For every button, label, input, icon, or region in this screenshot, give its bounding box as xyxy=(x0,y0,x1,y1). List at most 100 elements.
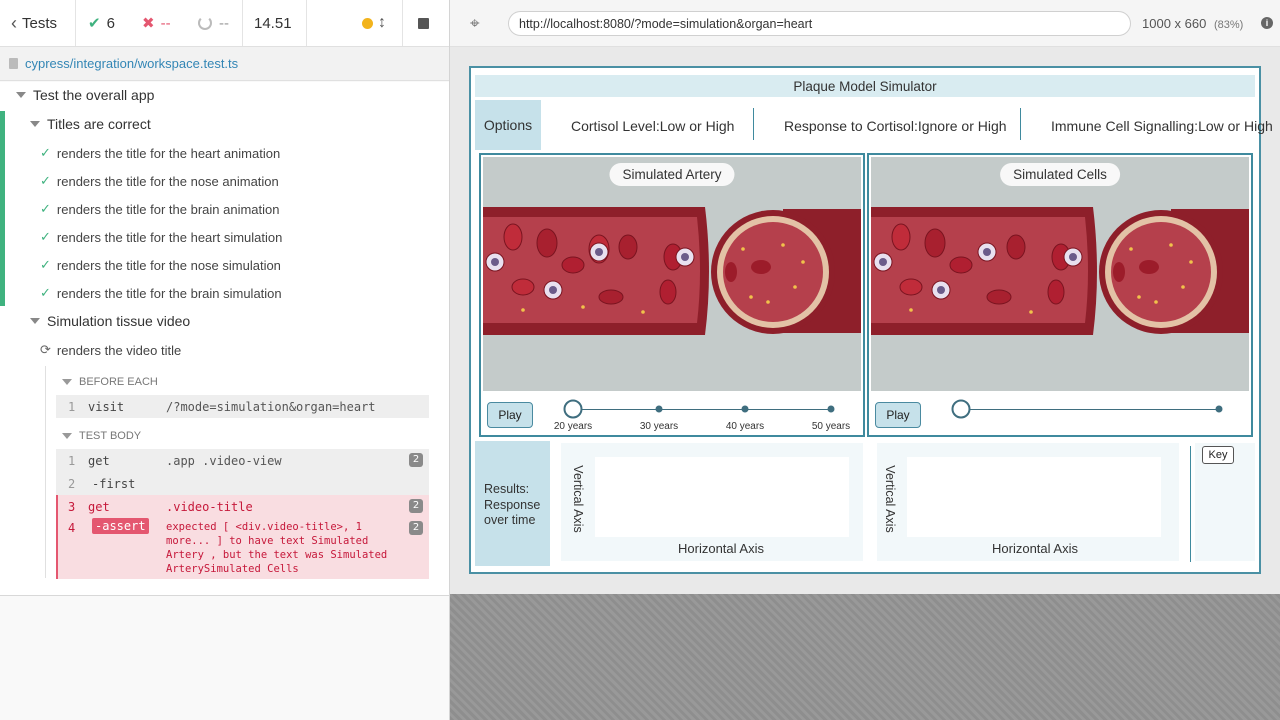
suite-root[interactable]: Test the overall app xyxy=(16,84,154,106)
check-icon: ✓ xyxy=(40,173,51,188)
tick-label: 40 years xyxy=(725,421,765,432)
video-title: Simulated Artery xyxy=(609,163,735,186)
timeline-tick[interactable] xyxy=(741,405,749,413)
passed-suite-gutter xyxy=(0,111,5,306)
selector-playground-icon[interactable]: ⌖ xyxy=(470,14,480,34)
command-row[interactable]: 3 get .video-title 2 xyxy=(58,495,429,517)
video-title: Simulated Cells xyxy=(1000,163,1120,186)
info-icon[interactable]: i xyxy=(1261,17,1273,29)
test-item[interactable]: ✓ renders the title for the heart animat… xyxy=(40,142,280,164)
caret-down-icon xyxy=(62,379,72,385)
element-count-badge: 2 xyxy=(409,453,423,467)
tick-label: 30 years xyxy=(639,421,679,432)
timeline-track[interactable] xyxy=(961,409,1219,410)
vertical-axis-label: Vertical Axis xyxy=(883,465,897,533)
check-icon: ✓ xyxy=(40,229,51,244)
simulated-cells-panel: Simulated Cells Play xyxy=(867,153,1253,437)
graph-1: Vertical Axis Horizontal Axis xyxy=(561,443,863,561)
play-button[interactable]: Play xyxy=(487,402,533,428)
timeline-tick[interactable] xyxy=(1215,405,1223,413)
check-icon: ✓ xyxy=(40,285,51,300)
tests-label: Tests xyxy=(22,14,58,32)
before-each-header[interactable]: BEFORE EACH xyxy=(62,371,158,393)
app-title: Plaque Model Simulator xyxy=(475,75,1255,97)
horizontal-axis-label: Horizontal Axis xyxy=(678,541,764,556)
timeline-track[interactable] xyxy=(573,409,831,410)
command-log-divider xyxy=(45,366,46,578)
aut-empty-area xyxy=(450,594,1280,720)
assert-row[interactable]: 4 -assert expected [ <div.video-title>, … xyxy=(58,517,429,577)
graph-2-plot xyxy=(907,457,1161,537)
spec-file-bar: cypress/integration/workspace.test.ts xyxy=(0,47,450,81)
options-label: Options xyxy=(475,100,541,150)
key-divider xyxy=(1190,446,1191,562)
artery-video[interactable]: Simulated Artery xyxy=(483,157,861,391)
test-body-header[interactable]: TEST BODY xyxy=(62,425,141,447)
results-label: Results: Response over time xyxy=(475,441,550,566)
command-group: 1 get .app .video-view 2 2 -first xyxy=(56,449,429,495)
caret-down-icon xyxy=(30,318,40,324)
x-icon: ✖ xyxy=(142,15,155,32)
runnables-list: Test the overall app Titles are correct … xyxy=(0,82,450,596)
simulated-artery-panel: Simulated Artery Play 20 years 30 years … xyxy=(479,153,865,437)
back-to-tests-button[interactable]: ‹ Tests xyxy=(11,0,57,46)
running-indicator-icon xyxy=(362,0,373,46)
reporter-header: ‹ Tests ✔ 6 ✖ -- -- 14.51 ↕ xyxy=(0,0,450,47)
cells-video[interactable]: Simulated Cells xyxy=(871,157,1249,391)
caret-down-icon xyxy=(16,92,26,98)
play-button[interactable]: Play xyxy=(875,402,921,428)
suite-video[interactable]: Simulation tissue video xyxy=(30,310,190,332)
spec-path-link[interactable]: cypress/integration/workspace.test.ts xyxy=(25,56,238,71)
element-count-badge: 2 xyxy=(409,499,423,513)
artery-illustration xyxy=(483,157,861,391)
vertical-axis-label: Vertical Axis xyxy=(571,465,585,533)
running-test-item[interactable]: ⟳ renders the video title xyxy=(40,339,181,361)
check-icon: ✓ xyxy=(40,145,51,160)
immune-cell-signalling-option[interactable]: Immune Cell Signalling:Low or High xyxy=(1051,118,1273,134)
url-text: http://localhost:8080/?mode=simulation&o… xyxy=(519,16,813,31)
test-item[interactable]: ✓ renders the title for the nose simulat… xyxy=(40,254,281,276)
passed-count: ✔ 6 xyxy=(88,14,115,33)
reporter-panel: ‹ Tests ✔ 6 ✖ -- -- 14.51 ↕ cypress/inte… xyxy=(0,0,450,720)
stop-icon xyxy=(418,17,429,29)
response-to-cortisol-option[interactable]: Response to Cortisol:Ignore or High xyxy=(784,118,1007,134)
horizontal-axis-label: Horizontal Axis xyxy=(992,541,1078,556)
caret-down-icon xyxy=(62,433,72,439)
refresh-icon: ⟳ xyxy=(40,342,51,357)
command-row[interactable]: 1 visit /?mode=simulation&organ=heart xyxy=(56,395,429,418)
suite-titles[interactable]: Titles are correct xyxy=(30,113,151,135)
pending-count: -- xyxy=(198,0,229,46)
graph-1-plot xyxy=(595,457,849,537)
command-row[interactable]: 1 get .app .video-view 2 xyxy=(56,449,429,472)
tick-label: 20 years xyxy=(553,421,593,432)
expand-arrows-icon[interactable]: ↕ xyxy=(378,0,386,46)
assert-badge: -assert xyxy=(92,518,149,534)
check-icon: ✓ xyxy=(40,201,51,216)
url-bar[interactable]: http://localhost:8080/?mode=simulation&o… xyxy=(508,11,1131,36)
timeline-knob[interactable] xyxy=(563,399,583,419)
caret-down-icon xyxy=(30,121,40,127)
test-item[interactable]: ✓ renders the title for the brain animat… xyxy=(40,198,279,220)
duration: 14.51 xyxy=(254,14,292,32)
element-count-badge: 2 xyxy=(409,521,423,535)
options-divider xyxy=(753,108,754,140)
failed-command-group: 3 get .video-title 2 4 -assert expected … xyxy=(56,495,429,579)
cortisol-level-option[interactable]: Cortisol Level:Low or High xyxy=(571,118,734,134)
test-item[interactable]: ✓ renders the title for the heart simula… xyxy=(40,226,282,248)
file-icon xyxy=(9,58,18,69)
timeline-knob[interactable] xyxy=(951,399,971,419)
options-divider xyxy=(1020,108,1021,140)
command-row[interactable]: 2 -first xyxy=(56,472,429,495)
cells-illustration xyxy=(871,157,1249,391)
stop-button[interactable] xyxy=(418,0,429,46)
key-button[interactable]: Key xyxy=(1202,446,1234,464)
test-item[interactable]: ✓ renders the title for the nose animati… xyxy=(40,170,279,192)
timeline-tick[interactable] xyxy=(655,405,663,413)
chevron-left-icon: ‹ xyxy=(11,12,17,33)
timeline-tick[interactable] xyxy=(827,405,835,413)
viewport-info: 1000 x 660 (83%) xyxy=(1142,16,1244,31)
test-item[interactable]: ✓ renders the title for the brain simula… xyxy=(40,282,282,304)
assert-message: expected [ <div.video-title>, 1 more... … xyxy=(166,521,388,575)
failed-count: ✖ -- xyxy=(142,14,171,33)
check-icon: ✓ xyxy=(40,257,51,272)
